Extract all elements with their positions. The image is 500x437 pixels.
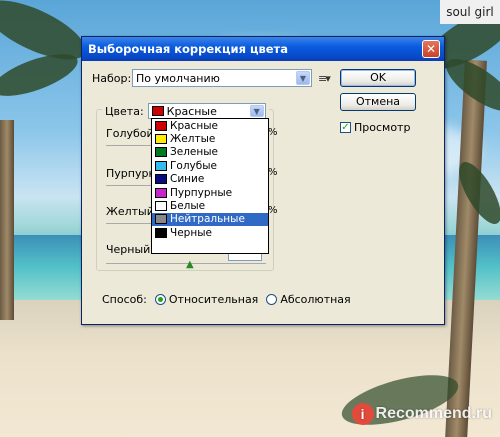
colors-dropdown-list: Красные Желтые Зеленые Голубые Синие Пурпурны… xyxy=(151,118,269,254)
dialog-title: Выборочная коррекция цвета xyxy=(88,42,288,56)
color-swatch xyxy=(155,147,167,158)
color-swatch xyxy=(155,201,167,212)
dropdown-item[interactable]: Синие xyxy=(152,173,268,186)
black-slider-label: Черный: xyxy=(106,243,155,256)
dropdown-item[interactable]: Голубые xyxy=(152,159,268,172)
color-swatch xyxy=(155,174,167,185)
palm-trunk xyxy=(0,120,14,320)
radio-selected-dot xyxy=(157,297,163,302)
color-swatch xyxy=(151,106,164,116)
colors-value: Красные xyxy=(166,104,217,118)
dropdown-item-label: Красные xyxy=(170,119,218,132)
preset-label: Набор: xyxy=(92,71,132,85)
preset-value: По умолчанию xyxy=(136,71,220,85)
dropdown-item[interactable]: Нейтральные xyxy=(152,212,268,227)
radio-relative-label[interactable]: Относительная xyxy=(169,293,258,306)
dropdown-item-label: Голубые xyxy=(170,159,217,172)
preset-menu-icon[interactable]: ≡▾ xyxy=(318,72,331,85)
dropdown-item-label: Белые xyxy=(170,200,206,213)
dropdown-item[interactable]: Зеленые xyxy=(152,146,268,159)
ok-button[interactable]: OK xyxy=(340,69,416,87)
watermark-text: Recommend.ru xyxy=(375,405,492,422)
radio-absolute[interactable] xyxy=(266,294,278,305)
dropdown-item-label: Зеленые xyxy=(170,146,218,159)
method-row: Способ: Относительная Абсолютная xyxy=(102,293,351,306)
dropdown-item[interactable]: Желтые xyxy=(152,132,268,145)
slider-thumb-icon[interactable]: ▲ xyxy=(186,259,194,270)
dropdown-item-label: Желтые xyxy=(170,133,216,146)
close-icon: ✕ xyxy=(425,42,437,56)
chevron-down-icon[interactable]: ▼ xyxy=(296,71,310,85)
color-swatch xyxy=(155,160,167,171)
dropdown-item-label: Нейтральные xyxy=(170,213,245,226)
color-swatch xyxy=(155,227,167,238)
dropdown-item[interactable]: Белые xyxy=(152,199,268,212)
radio-relative[interactable] xyxy=(154,294,166,305)
preview-checkbox-row[interactable]: ✓ Просмотр xyxy=(340,121,410,134)
method-label: Способ: xyxy=(102,293,147,306)
dropdown-item[interactable]: Красные xyxy=(152,119,268,132)
cyan-slider-label: Голубой: xyxy=(106,127,158,140)
image-caption: soul girl xyxy=(440,0,500,24)
cyan-percent: % xyxy=(268,127,278,138)
colors-select[interactable]: Красные ▼ xyxy=(147,103,266,119)
colors-row: Цвета: Красные ▼ xyxy=(102,103,269,119)
radio-absolute-label[interactable]: Абсолютная xyxy=(280,293,350,306)
cancel-button[interactable]: Отмена xyxy=(340,93,416,111)
chevron-down-icon[interactable]: ▼ xyxy=(249,105,264,117)
preset-select[interactable]: По умолчанию ▼ xyxy=(132,69,312,87)
dropdown-item-label: Черные xyxy=(170,226,212,239)
colors-label: Цвета: xyxy=(105,104,144,118)
preview-checkbox[interactable]: ✓ xyxy=(340,122,351,133)
dropdown-item-label: Синие xyxy=(170,173,205,186)
dialog-titlebar[interactable]: Выборочная коррекция цвета ✕ xyxy=(82,37,444,61)
dropdown-item[interactable]: Пурпурные xyxy=(152,186,268,199)
color-swatch xyxy=(155,214,167,225)
dropdown-item[interactable]: Черные xyxy=(152,226,268,239)
preview-label: Просмотр xyxy=(354,121,411,134)
color-swatch xyxy=(155,134,167,145)
color-swatch xyxy=(155,120,167,131)
color-swatch xyxy=(155,187,167,198)
close-button[interactable]: ✕ xyxy=(422,40,440,58)
preset-row: Набор: По умолчанию ▼ ≡▾ xyxy=(92,69,331,87)
magenta-percent: % xyxy=(268,167,278,178)
yellow-percent: % xyxy=(268,205,278,216)
watermark: i Recommend.ru xyxy=(351,403,492,425)
yellow-slider-label: Желтый: xyxy=(106,205,158,218)
watermark-logo: i xyxy=(351,403,374,425)
dropdown-item-label: Пурпурные xyxy=(170,186,233,199)
